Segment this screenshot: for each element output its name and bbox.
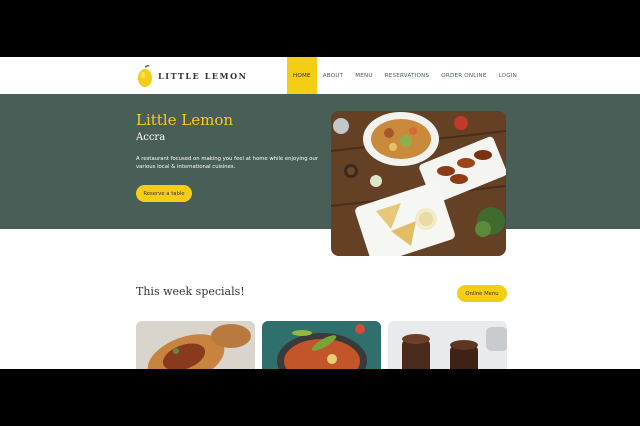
- specials-title: This week specials!: [136, 285, 245, 298]
- nav-item-reservations[interactable]: RESERVATIONS: [379, 57, 436, 94]
- logo[interactable]: LITTLE LEMON: [136, 63, 248, 89]
- special-card-image[interactable]: [136, 321, 255, 369]
- special-card-image[interactable]: [262, 321, 381, 369]
- nav-item-menu[interactable]: MENU: [349, 57, 378, 94]
- reserve-table-button[interactable]: Reserve a table: [136, 185, 192, 202]
- page: LITTLE LEMON HOME ABOUT MENU RESERVATION…: [0, 57, 640, 369]
- lemon-icon: [136, 64, 154, 88]
- nav-item-home[interactable]: HOME: [287, 57, 317, 94]
- nav-item-login[interactable]: LOGIN: [493, 57, 524, 94]
- hero-section: Little Lemon Accra A restaurant focused …: [0, 94, 640, 229]
- special-card-image[interactable]: [388, 321, 507, 369]
- hero-description: A restaurant focused on making you feel …: [136, 156, 319, 170]
- hero-title: Little Lemon: [136, 111, 234, 129]
- nav-item-about[interactable]: ABOUT: [317, 57, 349, 94]
- online-menu-button[interactable]: Online Menu: [457, 285, 507, 302]
- logo-text: LITTLE LEMON: [158, 71, 248, 81]
- site-header: LITTLE LEMON HOME ABOUT MENU RESERVATION…: [0, 57, 640, 94]
- nav-item-order-online[interactable]: ORDER ONLINE: [435, 57, 492, 94]
- hero-food-image: [331, 111, 506, 256]
- main-nav: HOME ABOUT MENU RESERVATIONS ORDER ONLIN…: [287, 57, 523, 94]
- hero-subtitle: Accra: [136, 132, 166, 143]
